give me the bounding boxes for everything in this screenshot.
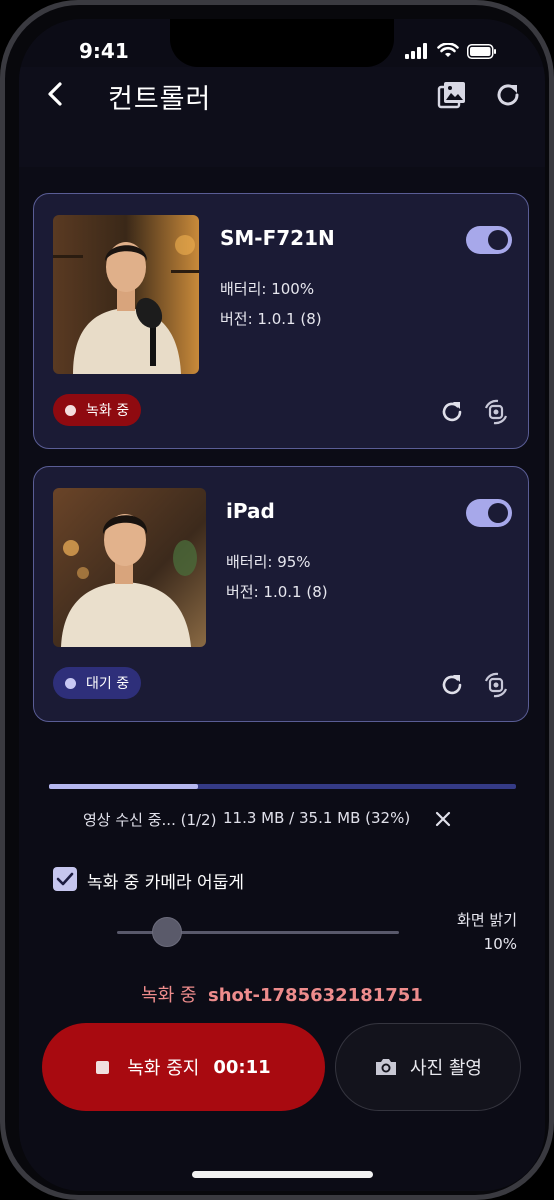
status-badge: 대기 중 bbox=[53, 667, 142, 699]
device-version: 버전: 1.0.1 (8) bbox=[220, 310, 322, 328]
brightness-label: 화면 밝기 bbox=[457, 911, 517, 929]
recording-timer: 00:11 bbox=[213, 1056, 271, 1078]
refresh-icon[interactable] bbox=[439, 672, 465, 698]
switch-camera-icon[interactable] bbox=[481, 670, 511, 700]
device-battery: 배터리: 100% bbox=[220, 280, 315, 298]
device-card[interactable]: SM-F721N 배터리: 100% 버전: 1.0.1 (8) 녹화 중 bbox=[33, 193, 529, 449]
stop-recording-button[interactable]: 녹화 중지 00:11 bbox=[42, 1023, 325, 1111]
device-name: SM-F721N bbox=[220, 226, 335, 250]
back-arrow-icon[interactable] bbox=[41, 79, 71, 109]
recording-shot-id: shot-1785632181751 bbox=[208, 985, 423, 1006]
gallery-icon[interactable] bbox=[436, 79, 468, 111]
brightness-value: 10% bbox=[483, 935, 517, 953]
screen: 9:41 컨트롤러 SM-F721N 배터리: 100% 버전: 1.0.1 (… bbox=[19, 19, 545, 1191]
close-icon[interactable] bbox=[433, 809, 453, 829]
device-toggle[interactable] bbox=[466, 499, 512, 527]
status-badge: 녹화 중 bbox=[53, 394, 142, 426]
home-indicator[interactable] bbox=[192, 1171, 373, 1178]
device-toggle[interactable] bbox=[466, 226, 512, 254]
camera-icon bbox=[376, 1059, 397, 1075]
device-battery: 배터리: 95% bbox=[226, 553, 311, 571]
stop-icon bbox=[96, 1060, 110, 1074]
recording-prefix: 녹화 중 bbox=[141, 985, 197, 1006]
phone-frame: 9:41 컨트롤러 SM-F721N 배터리: 100% 버전: 1.0.1 (… bbox=[0, 0, 554, 1200]
page-title: 컨트롤러 bbox=[108, 84, 212, 115]
device-thumbnail bbox=[53, 488, 206, 647]
receive-progress-fill bbox=[49, 784, 199, 789]
receive-size: 11.3 MB / 35.1 MB (32%) bbox=[223, 809, 411, 827]
device-name: iPad bbox=[226, 499, 275, 523]
checkmark-icon bbox=[56, 872, 74, 886]
wifi-icon bbox=[437, 43, 459, 57]
dim-camera-checkbox[interactable] bbox=[53, 867, 77, 891]
phone-bezel: 9:41 컨트롤러 SM-F721N 배터리: 100% 버전: 1.0.1 (… bbox=[5, 5, 549, 1195]
battery-icon bbox=[467, 43, 496, 59]
refresh-icon[interactable] bbox=[492, 79, 524, 111]
status-time: 9:41 bbox=[79, 39, 129, 63]
dim-camera-label: 녹화 중 카메라 어둡게 bbox=[87, 873, 244, 893]
stop-recording-label: 녹화 중지 bbox=[127, 1058, 200, 1079]
take-photo-label: 사진 촬영 bbox=[410, 1058, 482, 1079]
notch bbox=[170, 19, 394, 67]
refresh-icon[interactable] bbox=[439, 399, 465, 425]
switch-camera-icon[interactable] bbox=[481, 397, 511, 427]
receive-label: 영상 수신 중... (1/2) bbox=[83, 811, 217, 829]
device-card[interactable]: iPad 배터리: 95% 버전: 1.0.1 (8) 대기 중 bbox=[33, 466, 529, 722]
receive-progress-bar bbox=[49, 784, 516, 789]
device-thumbnail bbox=[53, 215, 199, 374]
status-icons bbox=[405, 43, 497, 59]
brightness-slider-knob[interactable] bbox=[152, 917, 182, 947]
recording-status: 녹화 중 shot-1785632181751 bbox=[19, 981, 545, 1007]
signal-icon bbox=[405, 43, 427, 59]
status-badge-label: 녹화 중 bbox=[86, 403, 130, 419]
take-photo-button[interactable]: 사진 촬영 bbox=[335, 1023, 521, 1111]
status-badge-label: 대기 중 bbox=[86, 676, 130, 692]
device-version: 버전: 1.0.1 (8) bbox=[226, 583, 328, 601]
